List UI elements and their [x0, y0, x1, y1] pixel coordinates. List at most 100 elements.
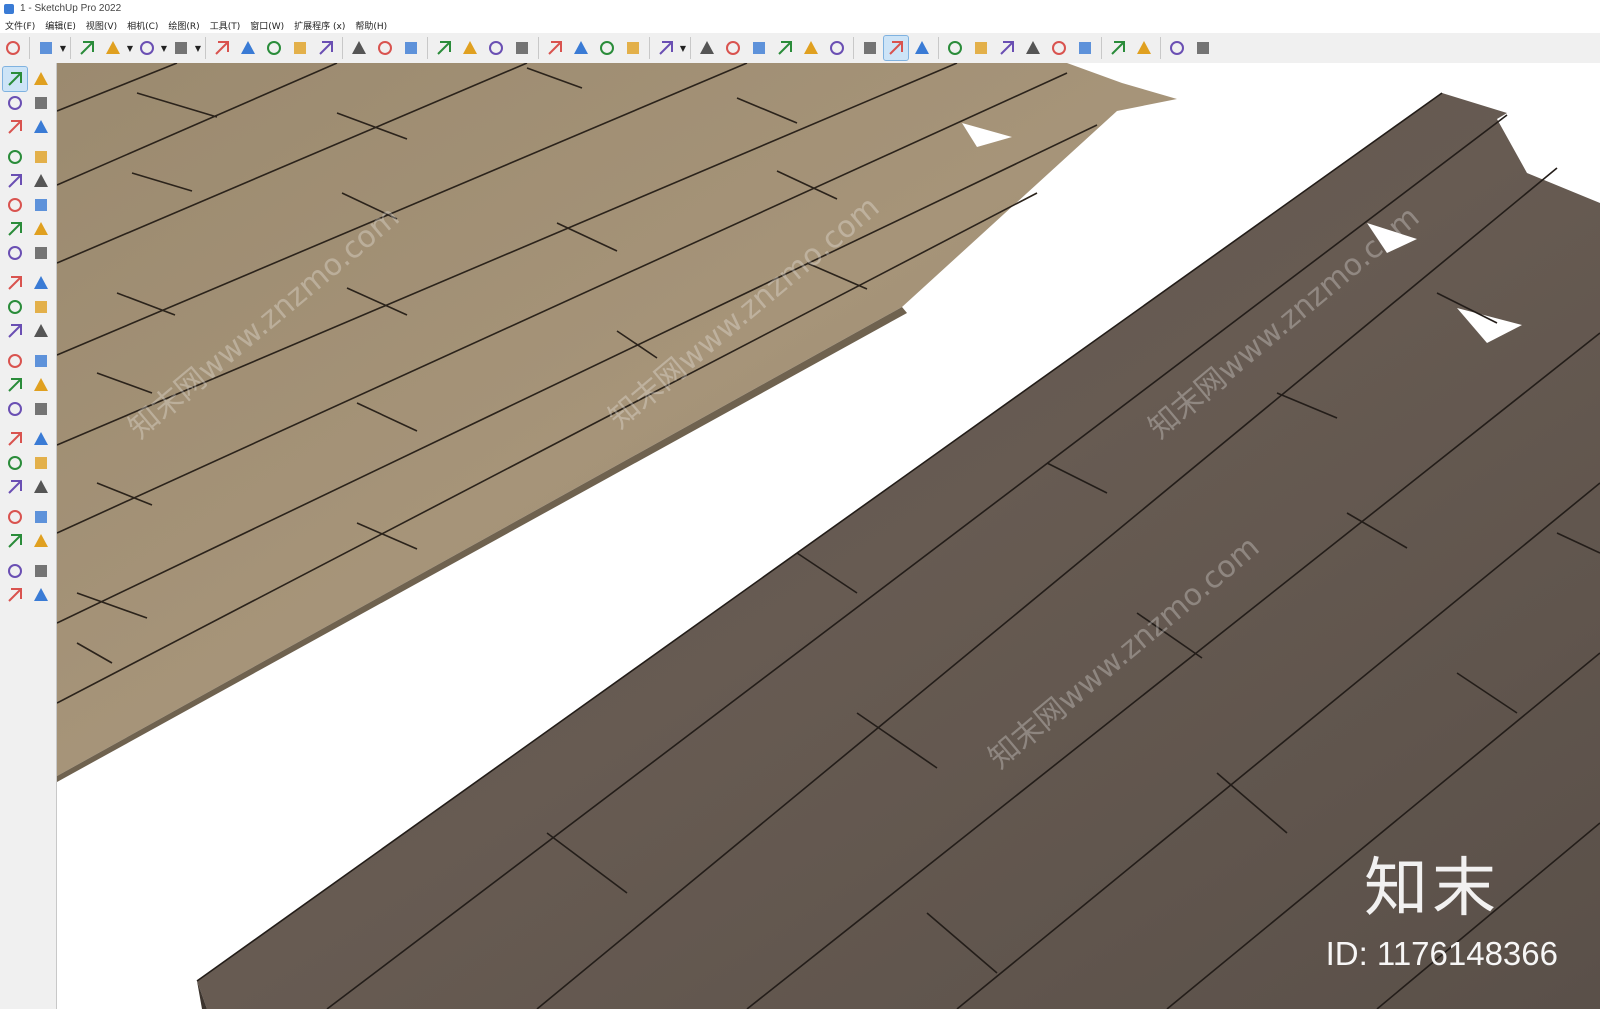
arc-icon[interactable] — [3, 217, 27, 241]
scale-icon[interactable] — [314, 36, 338, 60]
zoom-extents-icon[interactable] — [510, 36, 534, 60]
rotate-icon[interactable] — [3, 295, 27, 319]
select-icon[interactable] — [34, 36, 58, 60]
circle-icon[interactable] — [3, 193, 27, 217]
zoom-icon[interactable] — [3, 451, 27, 475]
orbit-icon[interactable] — [29, 67, 53, 91]
walk-icon[interactable] — [3, 529, 27, 553]
tape-measure-icon[interactable] — [3, 349, 27, 373]
account-icon[interactable] — [654, 36, 678, 60]
pan-icon[interactable] — [29, 427, 53, 451]
push-pull-icon[interactable] — [210, 36, 234, 60]
follow-me-icon[interactable] — [29, 295, 53, 319]
previous-view-icon[interactable] — [29, 475, 53, 499]
top-view-icon[interactable] — [773, 36, 797, 60]
scenes-icon[interactable] — [910, 36, 934, 60]
follow-me-icon[interactable] — [236, 36, 260, 60]
pan-icon[interactable] — [458, 36, 482, 60]
layers-icon[interactable] — [595, 36, 619, 60]
rotate-icon[interactable] — [288, 36, 312, 60]
menu-view[interactable]: 视图(V) — [81, 19, 122, 32]
profile-icon[interactable] — [1191, 36, 1215, 60]
zoom-window-icon[interactable] — [29, 451, 53, 475]
back-view-icon[interactable] — [825, 36, 849, 60]
section-plane-icon[interactable] — [29, 529, 53, 553]
move-icon[interactable] — [262, 36, 286, 60]
layout-icon[interactable] — [3, 583, 27, 607]
menu-extensions[interactable]: 扩展程序 (x) — [289, 19, 350, 32]
add-icon[interactable] — [943, 36, 967, 60]
cart-icon[interactable] — [1165, 36, 1189, 60]
dropdown-arrow-icon[interactable]: ▼ — [160, 36, 168, 60]
home-view-icon[interactable] — [747, 36, 771, 60]
component-icon[interactable] — [858, 36, 882, 60]
dropdown-arrow-icon[interactable]: ▼ — [679, 36, 687, 60]
search-icon[interactable] — [1, 36, 25, 60]
polygon-icon[interactable] — [29, 193, 53, 217]
dimension-icon[interactable] — [29, 349, 53, 373]
select-icon[interactable] — [2, 66, 28, 92]
extension-manager-icon[interactable] — [29, 583, 53, 607]
arc-icon[interactable] — [135, 36, 159, 60]
dropdown-arrow-icon[interactable]: ▼ — [194, 36, 202, 60]
zoom-icon[interactable] — [484, 36, 508, 60]
rectangle-icon[interactable] — [3, 169, 27, 193]
rotated-rectangle-icon[interactable] — [29, 169, 53, 193]
dropdown-arrow-icon[interactable]: ▼ — [59, 36, 67, 60]
iso-view-icon[interactable] — [695, 36, 719, 60]
position-camera-icon[interactable] — [3, 505, 27, 529]
warehouse-icon[interactable] — [543, 36, 567, 60]
materials-icon[interactable] — [995, 36, 1019, 60]
model-viewport[interactable]: 知末网www.znzmo.com 知末网www.znzmo.com 知末网www… — [57, 63, 1600, 1009]
menu-tools[interactable]: 工具(T) — [205, 19, 246, 32]
two-point-arc-icon[interactable] — [29, 217, 53, 241]
tape-measure-icon[interactable] — [347, 36, 371, 60]
tag-icon[interactable] — [29, 115, 53, 139]
extension-warehouse-icon[interactable] — [29, 559, 53, 583]
move-icon[interactable] — [3, 271, 27, 295]
protractor-icon[interactable] — [3, 373, 27, 397]
dropdown-arrow-icon[interactable]: ▼ — [126, 36, 134, 60]
eraser-icon[interactable] — [75, 36, 99, 60]
outliner-icon[interactable] — [1106, 36, 1130, 60]
settings-icon[interactable] — [1073, 36, 1097, 60]
three-point-arc-icon[interactable] — [3, 241, 27, 265]
look-around-icon[interactable] — [29, 505, 53, 529]
pie-icon[interactable] — [29, 241, 53, 265]
menu-edit[interactable]: 编辑(E) — [40, 19, 81, 32]
component-icon[interactable] — [3, 115, 27, 139]
text-icon[interactable] — [29, 373, 53, 397]
push-pull-icon[interactable] — [29, 271, 53, 295]
styles-icon[interactable] — [621, 36, 645, 60]
menu-draw[interactable]: 绘图(R) — [163, 19, 204, 32]
pencil-icon[interactable] — [101, 36, 125, 60]
orbit-icon-2[interactable] — [3, 427, 27, 451]
layout-icon-glyph — [8, 588, 22, 602]
paint-bucket-icon[interactable] — [3, 91, 27, 115]
orbit-icon[interactable] — [432, 36, 456, 60]
extension-icon[interactable] — [569, 36, 593, 60]
menu-window[interactable]: 窗口(W) — [245, 19, 289, 32]
checker-icon[interactable] — [1021, 36, 1045, 60]
text-icon[interactable] — [373, 36, 397, 60]
menu-file[interactable]: 文件(F) — [0, 19, 40, 32]
warehouse-icon[interactable] — [3, 559, 27, 583]
freehand-icon[interactable] — [29, 145, 53, 169]
rectangle-icon[interactable] — [169, 36, 193, 60]
zoom-extents-icon[interactable] — [3, 475, 27, 499]
solid-icon[interactable] — [969, 36, 993, 60]
paint-bucket-icon[interactable] — [399, 36, 423, 60]
line-icon[interactable] — [3, 145, 27, 169]
front-view-icon[interactable] — [721, 36, 745, 60]
section-icon[interactable] — [883, 35, 909, 61]
cloud-icon[interactable] — [1047, 36, 1071, 60]
eraser-icon[interactable] — [29, 91, 53, 115]
axes-icon[interactable] — [3, 397, 27, 421]
menu-camera[interactable]: 相机(C) — [122, 19, 163, 32]
info-icon[interactable] — [1132, 36, 1156, 60]
menu-help[interactable]: 帮助(H) — [350, 19, 392, 32]
right-view-icon[interactable] — [799, 36, 823, 60]
3d-text-icon[interactable] — [29, 397, 53, 421]
offset-icon[interactable] — [29, 319, 53, 343]
scale-icon[interactable] — [3, 319, 27, 343]
